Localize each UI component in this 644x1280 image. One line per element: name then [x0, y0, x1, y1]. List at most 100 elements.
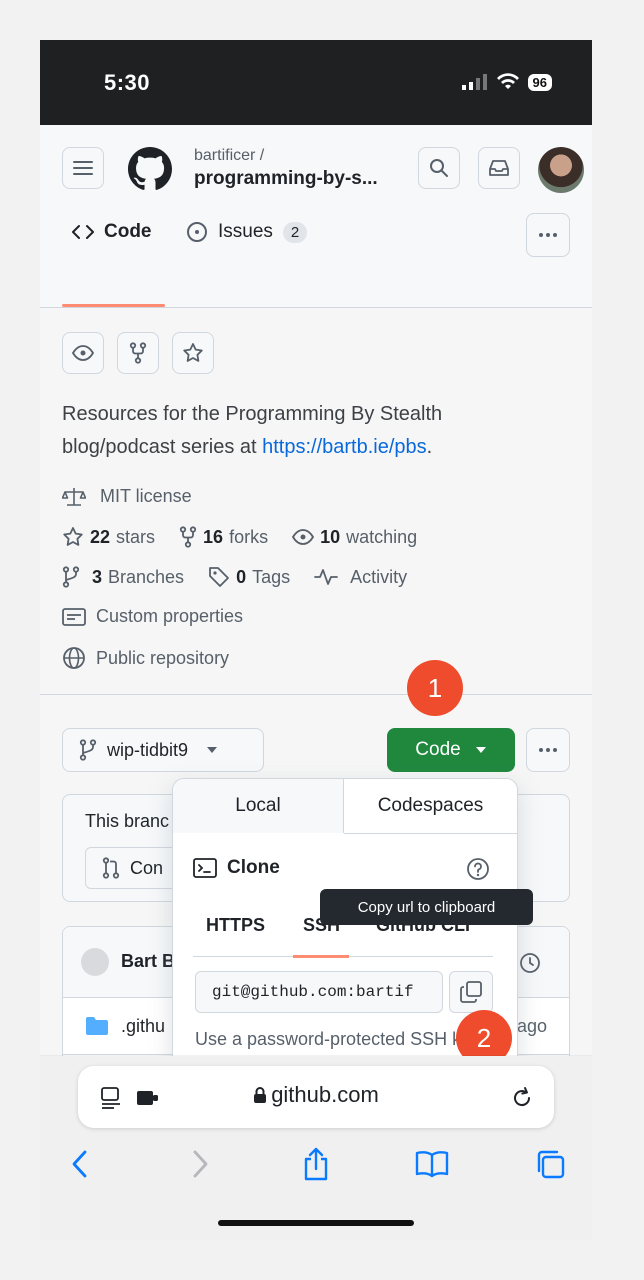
active-tab-indicator [62, 304, 165, 307]
eye-icon [72, 345, 94, 361]
custom-properties-label: Custom properties [96, 606, 244, 626]
tabs-icon [537, 1150, 565, 1179]
browser-toolbar: github.com [40, 1056, 592, 1240]
copy-icon [460, 981, 482, 1003]
code-button[interactable]: Code [387, 728, 515, 772]
kebab-horizontal-icon [539, 233, 557, 237]
more-tabs-button[interactable] [526, 213, 570, 257]
repo-description: Resources for the Programming By Stealth… [62, 398, 532, 464]
kebab-horizontal-icon [539, 748, 557, 752]
activity-link[interactable]: Activity [350, 567, 407, 588]
battery-indicator: 96 [527, 73, 552, 91]
inbox-button[interactable] [478, 147, 520, 189]
file-name[interactable]: .githu [121, 1016, 165, 1037]
inbox-icon [489, 160, 509, 176]
author-avatar [81, 948, 109, 976]
git-branch-icon [62, 566, 80, 588]
clone-heading: Clone [193, 857, 280, 879]
tab-local-label: Local [235, 795, 281, 816]
more-actions-button[interactable] [526, 728, 570, 772]
tab-codespaces-label: Codespaces [377, 795, 484, 816]
stats-row: 22 stars 16 forks 10 watching [62, 526, 417, 548]
github-logo-icon[interactable] [128, 147, 172, 191]
bookmarks-button[interactable] [412, 1144, 452, 1184]
repo-owner[interactable]: bartificer / [194, 147, 264, 165]
watching-count[interactable]: 10 [320, 527, 340, 548]
branch-selector[interactable]: wip-tidbit9 [62, 728, 264, 772]
fork-icon [129, 342, 147, 364]
status-bar: 5:30 96 [40, 40, 592, 125]
tab-local[interactable]: Local [173, 779, 344, 833]
visibility-label: Public repository [96, 647, 230, 668]
hamburger-icon [73, 161, 93, 175]
watching-label[interactable]: watching [346, 527, 417, 548]
folder-icon [86, 1017, 108, 1035]
stars-count[interactable]: 22 [90, 527, 110, 548]
copy-url-button[interactable] [449, 971, 493, 1013]
custom-properties-row[interactable]: Custom properties [62, 606, 243, 627]
protocol-https[interactable]: HTTPS [206, 915, 265, 936]
wifi-icon [496, 73, 519, 89]
tab-issues-label: Issues [218, 221, 273, 242]
menu-button[interactable] [62, 147, 104, 189]
compare-button-label: Con [130, 857, 164, 878]
forks-count[interactable]: 16 [203, 527, 223, 548]
active-protocol-indicator [293, 955, 349, 958]
phone-screen: 5:30 96 bartificer / programming-by-s...… [40, 40, 592, 1240]
back-button[interactable] [60, 1144, 100, 1184]
section-divider [40, 694, 592, 695]
code-icon [72, 225, 94, 239]
tag-icon [209, 567, 229, 587]
branches-label[interactable]: Branches [108, 567, 184, 588]
branches-row: 3 Branches 0 Tags Activity [62, 566, 407, 588]
pull-request-icon [102, 857, 120, 879]
law-icon [62, 487, 86, 506]
home-indicator [218, 1220, 414, 1226]
user-avatar[interactable] [538, 147, 584, 193]
description-period: . [426, 436, 433, 458]
clone-url-input[interactable]: git@github.com:bartif [195, 971, 443, 1013]
tabs-button[interactable] [530, 1144, 570, 1184]
watch-button[interactable] [62, 332, 104, 374]
address-bar[interactable]: github.com [78, 1066, 554, 1128]
url-domain: github.com [78, 1082, 554, 1108]
forks-label[interactable]: forks [229, 527, 268, 548]
star-button[interactable] [172, 332, 214, 374]
eye-icon [292, 529, 315, 545]
license-row[interactable]: MIT license [62, 486, 192, 507]
reload-icon[interactable] [510, 1086, 534, 1110]
share-button[interactable] [296, 1144, 336, 1184]
file-updated: ago [516, 1016, 547, 1036]
branches-count[interactable]: 3 [92, 567, 102, 588]
search-button[interactable] [418, 147, 460, 189]
fork-button[interactable] [117, 332, 159, 374]
description-link[interactable]: https://bartb.ie/pbs [262, 436, 427, 458]
step-marker-1: 1 [407, 660, 463, 716]
stars-label[interactable]: stars [116, 527, 155, 548]
fork-icon [179, 526, 197, 548]
repo-name[interactable]: programming-by-s... [194, 168, 378, 190]
license-label: MIT license [100, 486, 192, 506]
ssh-note: Use a password-protected SSH key. [195, 1029, 484, 1049]
signal-icon [461, 74, 487, 90]
commit-author[interactable]: Bart B [121, 951, 175, 972]
copy-tooltip: Copy url to clipboard [320, 889, 533, 925]
forward-button[interactable] [180, 1144, 220, 1184]
tags-count[interactable]: 0 [236, 567, 246, 588]
tab-codespaces[interactable]: Codespaces [344, 779, 517, 834]
star-icon [63, 527, 83, 546]
tags-label[interactable]: Tags [252, 567, 290, 588]
tab-code[interactable]: Code [72, 221, 152, 243]
tab-issues[interactable]: Issues 2 [186, 221, 308, 243]
lock-icon [254, 1087, 267, 1103]
git-branch-icon [79, 739, 97, 761]
chevron-left-icon [72, 1150, 87, 1178]
issue-icon [187, 222, 207, 242]
help-icon[interactable] [466, 857, 490, 881]
tab-code-label: Code [104, 221, 152, 242]
star-icon [183, 343, 203, 362]
repo-header: bartificer / programming-by-s... Code Is… [40, 125, 592, 308]
history-icon[interactable] [518, 951, 542, 975]
triangle-down-icon [475, 747, 486, 753]
issues-counter: 2 [282, 221, 308, 243]
